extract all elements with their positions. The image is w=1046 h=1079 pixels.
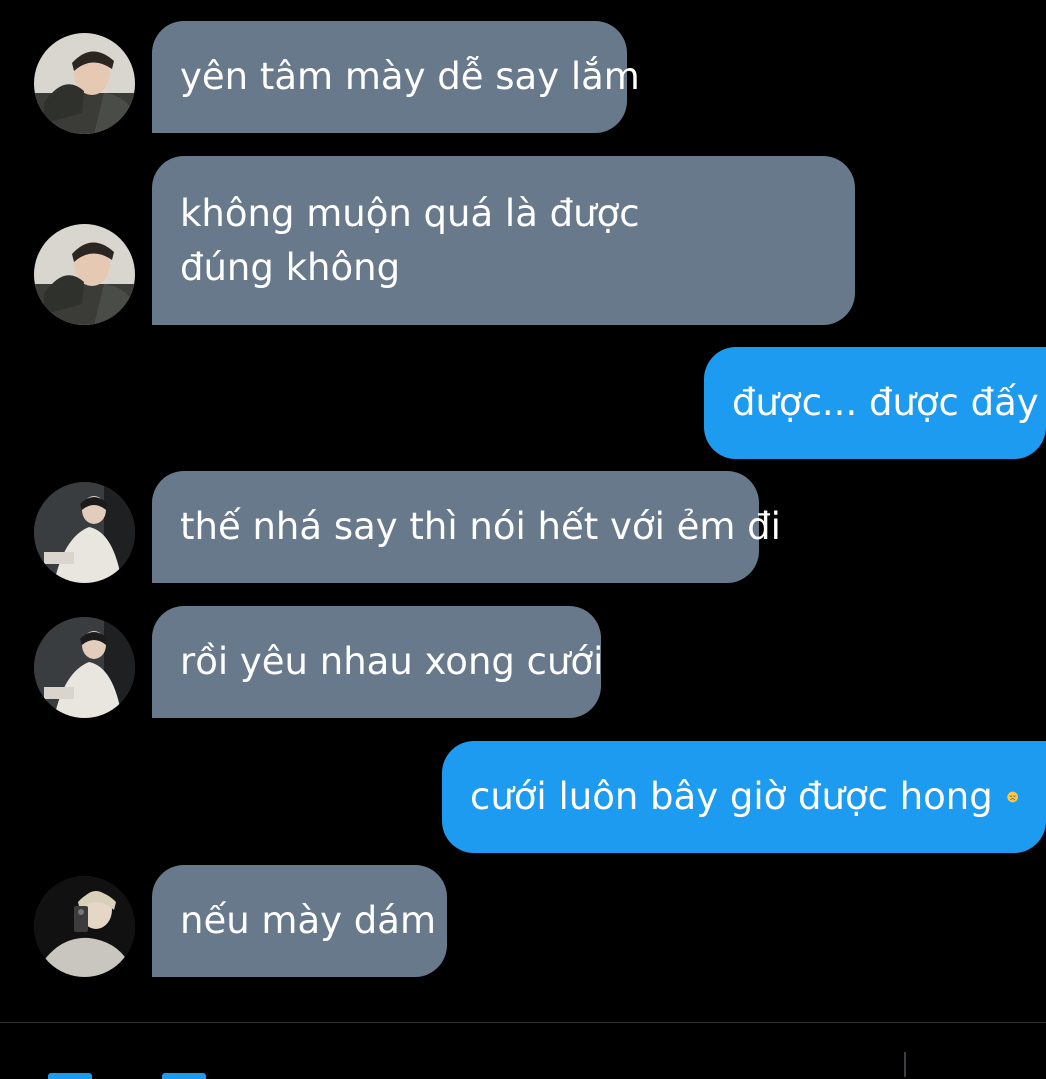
gif-icon[interactable] — [162, 1073, 206, 1079]
avatar-photo-icon — [34, 33, 135, 134]
outgoing-message-bubble[interactable]: được... được đấy — [704, 347, 1046, 459]
incoming-message-bubble[interactable]: thế nhá say thì nói hết với ẻm đi — [152, 471, 781, 583]
composer-bar — [0, 1023, 1046, 1077]
image-icon[interactable] — [48, 1073, 92, 1079]
message-text: cưới luôn bây giờ được hong — [470, 775, 993, 818]
incoming-message-bubble[interactable]: nếu mày dám — [152, 865, 447, 977]
message-text: nếu mày dám — [180, 899, 437, 942]
avatar-photo-icon — [34, 224, 135, 325]
incoming-message-bubble[interactable]: không muộn quá là được đúng không — [152, 156, 855, 325]
sender-avatar[interactable] — [34, 224, 135, 325]
incoming-message-bubble[interactable]: rồi yêu nhau xong cưới — [152, 606, 604, 718]
composer-separator — [904, 1052, 906, 1077]
message-text: không muộn quá là được đúng không — [180, 191, 640, 289]
disappointed-face-icon — [1007, 791, 1018, 803]
message-text: thế nhá say thì nói hết với ẻm đi — [180, 505, 781, 548]
avatar-photo-icon — [34, 482, 135, 583]
incoming-message-bubble[interactable]: yên tâm mày dễ say lắm — [152, 21, 640, 133]
outgoing-message-bubble[interactable]: cưới luôn bây giờ được hong — [442, 741, 1046, 853]
message-text: được... được đấy — [732, 381, 1039, 424]
message-text: yên tâm mày dễ say lắm — [180, 55, 640, 98]
sender-avatar[interactable] — [34, 617, 135, 718]
sender-avatar[interactable] — [34, 33, 135, 134]
sender-avatar[interactable] — [34, 876, 135, 977]
message-text: rồi yêu nhau xong cưới — [180, 640, 604, 683]
avatar-photo-icon — [34, 617, 135, 718]
sender-avatar[interactable] — [34, 482, 135, 583]
avatar-photo-icon — [34, 876, 135, 977]
